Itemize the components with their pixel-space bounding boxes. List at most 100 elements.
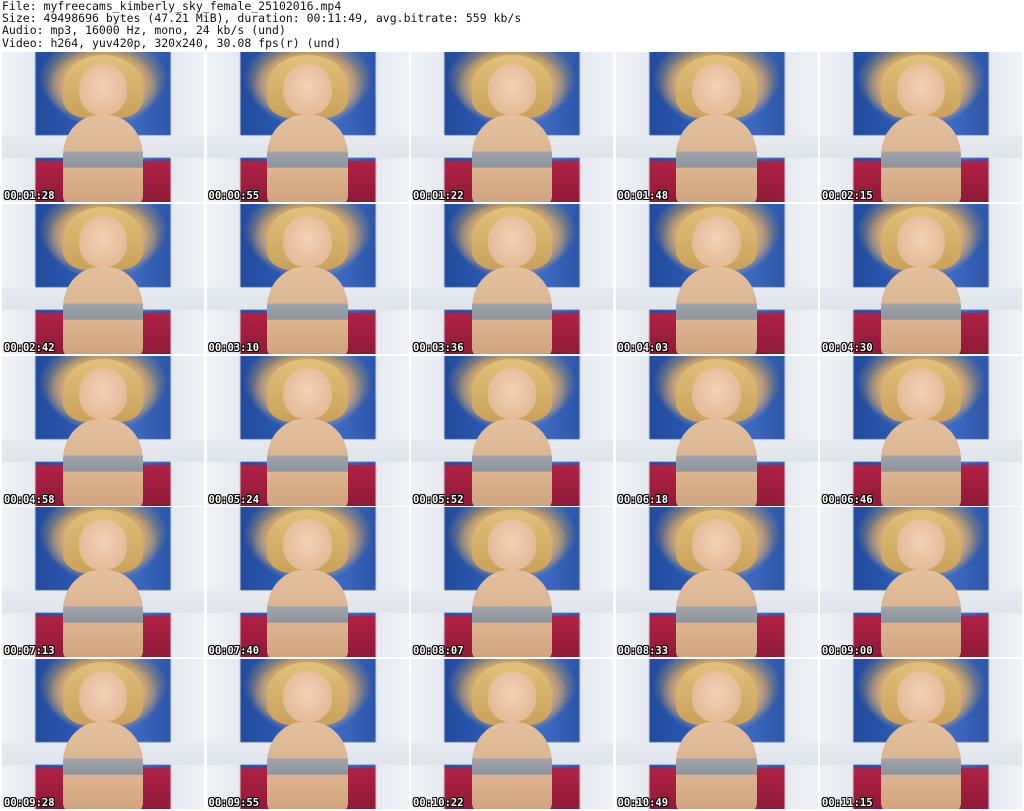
video-thumbnail: 00:00:55 bbox=[206, 52, 409, 202]
video-thumbnail: 00:02:42 bbox=[2, 203, 204, 354]
thumbnail-timestamp: 00:03:10 bbox=[208, 341, 260, 354]
thumbnail-art bbox=[283, 671, 332, 722]
contact-sheet: File: myfreecams_kimberly_sky_female_251… bbox=[0, 0, 1024, 811]
thumbnail-timestamp: 00:00:55 bbox=[208, 190, 260, 202]
thumbnail-art bbox=[471, 570, 553, 658]
file-info-header: File: myfreecams_kimberly_sky_female_251… bbox=[2, 0, 1022, 52]
thumbnail-timestamp: 00:09:55 bbox=[208, 797, 260, 809]
thumbnail-art bbox=[692, 671, 741, 722]
video-thumbnail: 00:09:28 bbox=[2, 659, 204, 809]
thumbnail-timestamp: 00:10:22 bbox=[413, 797, 464, 809]
video-info-line: Video: h264, yuv420p, 320x240, 30.08 fps… bbox=[2, 35, 342, 50]
thumbnail-art bbox=[283, 367, 332, 419]
thumbnail-art bbox=[471, 722, 553, 809]
thumbnail-art bbox=[267, 570, 348, 658]
video-thumbnail: 00:07:13 bbox=[2, 507, 204, 658]
thumbnail-art bbox=[692, 367, 741, 419]
thumbnail-art bbox=[78, 519, 128, 571]
thumbnail-timestamp: 00:05:52 bbox=[413, 493, 464, 506]
thumbnail-art bbox=[676, 418, 757, 506]
thumbnail-art bbox=[487, 519, 537, 571]
thumbnail-timestamp: 00:04:58 bbox=[4, 493, 55, 506]
audio-info-line: Audio: mp3, 16000 Hz, mono, 24 kb/s (und… bbox=[2, 23, 286, 38]
thumbnail-art bbox=[78, 64, 128, 115]
thumbnail-timestamp: 00:11:15 bbox=[822, 797, 873, 809]
thumbnail-timestamp: 00:08:07 bbox=[413, 645, 464, 658]
video-thumbnail: 00:01:48 bbox=[615, 52, 818, 202]
thumbnail-art bbox=[267, 266, 348, 354]
thumbnail-art bbox=[880, 115, 962, 202]
thumbnail-art bbox=[676, 722, 757, 809]
thumbnail-art bbox=[487, 671, 537, 722]
thumbnail-timestamp: 00:04:30 bbox=[822, 341, 873, 354]
video-thumbnail: 00:08:33 bbox=[615, 507, 818, 658]
thumbnail-art bbox=[283, 215, 332, 267]
video-thumbnail: 00:04:58 bbox=[2, 355, 204, 506]
video-thumbnail: 00:08:07 bbox=[411, 507, 613, 658]
thumbnail-art bbox=[283, 519, 332, 571]
thumbnail-art bbox=[78, 367, 128, 419]
thumbnail-timestamp: 00:04:03 bbox=[617, 341, 669, 354]
video-thumbnail: 00:04:30 bbox=[820, 203, 1022, 354]
video-thumbnail: 00:06:46 bbox=[820, 355, 1022, 506]
thumbnail-timestamp: 00:03:36 bbox=[413, 341, 464, 354]
video-thumbnail: 00:02:15 bbox=[820, 52, 1022, 202]
thumbnail-art bbox=[471, 266, 553, 354]
thumbnail-art bbox=[676, 115, 757, 202]
video-thumbnail: 00:06:18 bbox=[615, 355, 818, 506]
video-thumbnail: 00:10:49 bbox=[615, 659, 818, 809]
thumbnail-art bbox=[880, 570, 962, 658]
thumbnail-timestamp: 00:07:13 bbox=[4, 645, 55, 658]
thumbnail-art bbox=[78, 671, 128, 722]
video-thumbnail: 00:10:22 bbox=[411, 659, 613, 809]
video-thumbnail: 00:11:15 bbox=[820, 659, 1022, 809]
video-thumbnail: 00:03:36 bbox=[411, 203, 613, 354]
thumbnail-timestamp: 00:06:46 bbox=[822, 493, 873, 506]
thumbnail-timestamp: 00:09:28 bbox=[4, 797, 55, 809]
thumbnail-timestamp: 00:05:24 bbox=[208, 493, 260, 506]
thumbnail-art bbox=[896, 367, 946, 419]
thumbnail-grid: 00:01:28 00:00:55 00:01:22 00:01:48 00:0… bbox=[2, 52, 1022, 809]
thumbnail-timestamp: 00:07:40 bbox=[208, 645, 260, 658]
thumbnail-timestamp: 00:01:28 bbox=[4, 190, 55, 202]
thumbnail-art bbox=[880, 722, 962, 809]
video-thumbnail: 00:03:10 bbox=[206, 203, 409, 354]
thumbnail-timestamp: 00:01:22 bbox=[413, 190, 464, 202]
thumbnail-art bbox=[487, 215, 537, 267]
thumbnail-art bbox=[896, 64, 946, 115]
video-thumbnail: 00:09:55 bbox=[206, 659, 409, 809]
thumbnail-art bbox=[487, 64, 537, 115]
thumbnail-art bbox=[676, 266, 757, 354]
video-thumbnail: 00:05:24 bbox=[206, 355, 409, 506]
thumbnail-art bbox=[896, 519, 946, 571]
thumbnail-art bbox=[62, 115, 144, 202]
thumbnail-art bbox=[62, 418, 144, 506]
thumbnail-art bbox=[880, 418, 962, 506]
thumbnail-art bbox=[471, 115, 553, 202]
thumbnail-art bbox=[283, 64, 332, 115]
thumbnail-art bbox=[267, 115, 348, 202]
thumbnail-art bbox=[487, 367, 537, 419]
thumbnail-timestamp: 00:01:48 bbox=[617, 190, 669, 202]
thumbnail-art bbox=[692, 215, 741, 267]
thumbnail-art bbox=[267, 722, 348, 809]
video-thumbnail: 00:09:00 bbox=[820, 507, 1022, 658]
thumbnail-art bbox=[692, 64, 741, 115]
thumbnail-art bbox=[692, 519, 741, 571]
video-thumbnail: 00:05:52 bbox=[411, 355, 613, 506]
video-thumbnail: 00:04:03 bbox=[615, 203, 818, 354]
thumbnail-art bbox=[676, 570, 757, 658]
thumbnail-art bbox=[896, 215, 946, 267]
thumbnail-art bbox=[896, 671, 946, 722]
thumbnail-timestamp: 00:09:00 bbox=[822, 645, 873, 658]
thumbnail-timestamp: 00:02:15 bbox=[822, 190, 873, 202]
thumbnail-art bbox=[880, 266, 962, 354]
thumbnail-art bbox=[267, 418, 348, 506]
video-thumbnail: 00:01:28 bbox=[2, 52, 204, 202]
video-thumbnail: 00:07:40 bbox=[206, 507, 409, 658]
thumbnail-art bbox=[78, 215, 128, 267]
thumbnail-timestamp: 00:10:49 bbox=[617, 797, 669, 809]
video-thumbnail: 00:01:22 bbox=[411, 52, 613, 202]
thumbnail-art bbox=[62, 570, 144, 658]
thumbnail-timestamp: 00:06:18 bbox=[617, 493, 669, 506]
